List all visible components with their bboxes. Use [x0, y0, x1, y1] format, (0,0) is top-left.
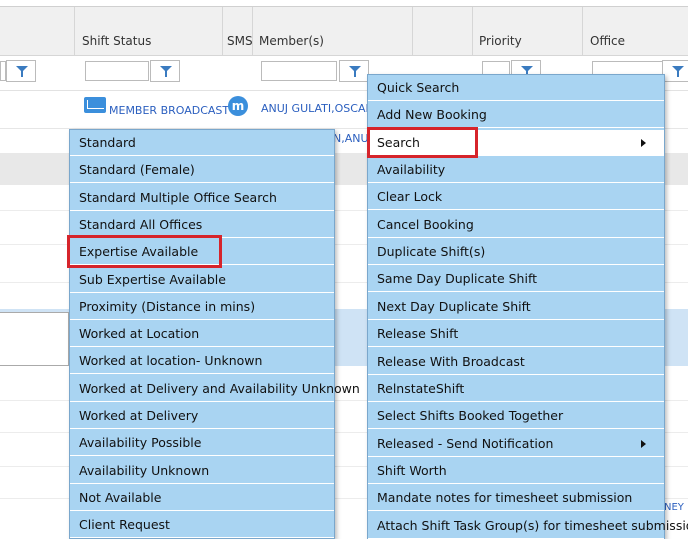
menu-item-relnstateshift[interactable]: RelnstateShift	[368, 376, 664, 402]
menu-item-label: Select Shifts Booked Together	[377, 408, 564, 424]
menu-item-availability[interactable]: Availability	[368, 157, 664, 184]
menu-item-label: Standard (Female)	[79, 162, 195, 178]
menu-item-label: Mandate notes for timesheet submission	[377, 490, 633, 506]
sms-m-icon[interactable]: m	[228, 96, 248, 116]
menu-item-shift-worth[interactable]: Shift Worth	[368, 458, 664, 484]
cell-text-fragment: NEY	[664, 502, 684, 513]
header-shift-status: Shift Status	[82, 34, 152, 48]
header-col-blank	[0, 7, 75, 55]
grid-header: Shift Status SMS Member(s) Priority Offi…	[0, 7, 688, 56]
menu-item-label: Release Shift	[377, 326, 459, 342]
header-col-office[interactable]: Office	[582, 7, 688, 55]
filter-button-office[interactable]	[662, 60, 688, 82]
menu-item-label: Worked at Delivery	[79, 408, 199, 423]
menu-item-standard-multiple-office-search[interactable]: Standard Multiple Office Search	[70, 185, 334, 211]
menu-item-not-available[interactable]: Not Available	[70, 485, 334, 511]
menu-item-label: Availability Possible	[79, 435, 202, 451]
menu-item-label: Worked at Delivery and Availability Unkn…	[79, 380, 360, 396]
menu-item-label: Shift Worth	[377, 462, 447, 478]
filter-button-first[interactable]	[6, 60, 36, 82]
menu-item-worked-at-location-unknown[interactable]: Worked at location- Unknown	[70, 348, 334, 375]
filter-icon	[16, 66, 28, 77]
menu-item-label: Availability Unknown	[79, 462, 210, 478]
menu-item-label: Add New Booking	[377, 107, 487, 123]
header-col-members[interactable]: Member(s)	[252, 7, 413, 55]
menu-item-released-send-notification[interactable]: Released - Send Notification	[368, 431, 664, 457]
submenu-arrow-icon	[641, 138, 646, 147]
menu-item-select-shifts-booked-together[interactable]: Select Shifts Booked Together	[368, 403, 664, 430]
filter-input-shift-status[interactable]	[85, 61, 149, 81]
menu-item-release-with-broadcast[interactable]: Release With Broadcast	[368, 349, 664, 375]
menu-item-label: Proximity (Distance in mins)	[79, 298, 256, 314]
menu-item-label: Worked at Location	[79, 326, 200, 342]
top-strip	[0, 0, 688, 7]
filter-icon	[349, 66, 361, 77]
header-priority: Priority	[479, 34, 522, 48]
menu-item-standard-all-offices[interactable]: Standard All Offices	[70, 212, 334, 238]
envelope-icon[interactable]	[84, 97, 106, 113]
menu-item-label: Sub Expertise Available	[79, 271, 226, 287]
menu-item-label: Standard Multiple Office Search	[79, 189, 277, 205]
filter-input-members[interactable]	[261, 61, 337, 81]
menu-item-label: Availability	[377, 162, 446, 178]
filter-button-shift-status[interactable]	[150, 60, 180, 82]
submenu-arrow-icon	[641, 439, 646, 448]
header-col-sms[interactable]: SMS	[222, 7, 253, 55]
menu-item-release-shift[interactable]: Release Shift	[368, 321, 664, 348]
notes-textarea[interactable]	[0, 312, 69, 366]
menu-item-label: Released - Send Notification	[377, 435, 554, 451]
menu-item-label: Quick Search	[377, 80, 460, 95]
menu-item-label: Client Request	[79, 517, 170, 533]
menu-item-label: Standard All Offices	[79, 216, 203, 232]
menu-item-mandate-notes-for-timesheet-submission[interactable]: Mandate notes for timesheet submission	[368, 485, 664, 512]
menu-item-label: Not Available	[79, 489, 162, 505]
menu-item-label: Attach Shift Task Group(s) for timesheet…	[377, 517, 688, 533]
menu-item-worked-at-delivery-and-availability-unknown[interactable]: Worked at Delivery and Availability Unkn…	[70, 376, 360, 402]
menu-item-label: Standard	[79, 135, 136, 150]
menu-item-attach-shift-task-group-s-for-timesheet-submission[interactable]: Attach Shift Task Group(s) for timesheet…	[368, 513, 688, 539]
filter-icon	[521, 66, 533, 77]
menu-item-next-day-duplicate-shift[interactable]: Next Day Duplicate Shift	[368, 294, 664, 320]
menu-item-standard[interactable]: Standard	[70, 130, 334, 156]
menu-item-add-new-booking[interactable]: Add New Booking	[368, 102, 664, 129]
menu-item-label: Duplicate Shift(s)	[377, 244, 486, 260]
header-col-shift-status[interactable]: Shift Status	[74, 7, 223, 55]
header-col-priority[interactable]: Priority	[472, 7, 583, 55]
menu-item-label: Worked at location- Unknown	[79, 353, 263, 369]
header-sms: SMS	[227, 34, 253, 48]
menu-item-sub-expertise-available[interactable]: Sub Expertise Available	[70, 267, 334, 293]
menu-item-label: Next Day Duplicate Shift	[377, 298, 531, 314]
menu-item-quick-search[interactable]: Quick Search	[368, 75, 664, 101]
header-col-blank-2	[412, 7, 473, 55]
menu-item-label: Clear Lock	[377, 189, 443, 205]
search-submenu: Standard Standard (Female) Standard Multip…	[69, 129, 360, 539]
menu-item-availability-possible[interactable]: Availability Possible	[70, 430, 334, 457]
menu-item-proximity-distance-in-mins[interactable]: Proximity (Distance in mins)	[70, 294, 334, 320]
menu-item-standard-female[interactable]: Standard (Female)	[70, 157, 334, 184]
header-members: Member(s)	[259, 34, 324, 48]
filter-button-members[interactable]	[339, 60, 369, 82]
filter-icon	[160, 66, 172, 77]
menu-item-label: Same Day Duplicate Shift	[377, 271, 538, 287]
menu-item-worked-at-location[interactable]: Worked at Location	[70, 321, 334, 348]
menu-item-label: Cancel Booking	[377, 216, 474, 232]
header-office: Office	[590, 34, 626, 48]
menu-item-availability-unknown[interactable]: Availability Unknown	[70, 458, 334, 484]
filter-icon	[672, 66, 684, 77]
members-link-row2[interactable]: N,ANUJ	[333, 132, 372, 145]
menu-item-clear-lock[interactable]: Clear Lock	[368, 184, 664, 211]
menu-item-cancel-booking[interactable]: Cancel Booking	[368, 212, 664, 238]
menu-item-label: RelnstateShift	[377, 380, 465, 396]
highlight-box-expertise	[67, 235, 222, 268]
menu-item-duplicate-shift-s[interactable]: Duplicate Shift(s)	[368, 239, 664, 266]
member-broadcast-link[interactable]: MEMBER BROADCAST	[109, 104, 229, 117]
menu-item-same-day-duplicate-shift[interactable]: Same Day Duplicate Shift	[368, 266, 664, 293]
menu-item-label: Release With Broadcast	[377, 353, 525, 369]
highlight-box-search	[367, 127, 478, 158]
menu-item-client-request[interactable]: Client Request	[70, 512, 334, 539]
menu-item-worked-at-delivery[interactable]: Worked at Delivery	[70, 403, 334, 429]
